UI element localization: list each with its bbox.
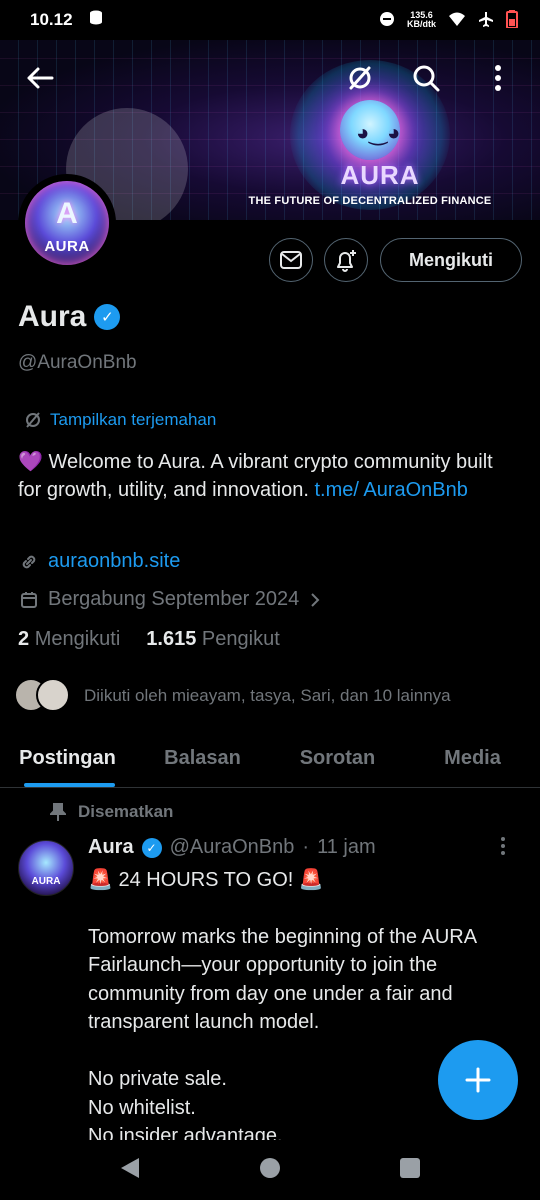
search-icon bbox=[413, 65, 440, 92]
profile-bio: 💜 Welcome to Aura. A vibrant crypto comm… bbox=[18, 448, 518, 504]
wifi-icon bbox=[448, 11, 466, 30]
post-avatar-label: AURA bbox=[31, 876, 61, 887]
following-stat[interactable]: 2 Mengikuti bbox=[18, 628, 120, 651]
system-nav-bar bbox=[0, 1140, 540, 1200]
bell-plus-icon bbox=[337, 250, 356, 272]
profile-name: Aura bbox=[18, 300, 87, 333]
grok-button[interactable] bbox=[340, 58, 380, 98]
nav-back-button[interactable] bbox=[119, 1156, 141, 1185]
banner-subtitle: THE FUTURE OF DECENTRALIZED FINANCE bbox=[248, 195, 492, 207]
banner-title: AURA bbox=[340, 160, 420, 190]
nav-home-button[interactable] bbox=[259, 1157, 281, 1184]
status-bar: 10.12 135.6 KB/dtk bbox=[0, 0, 540, 40]
battery-icon bbox=[506, 9, 518, 31]
calendar-icon bbox=[21, 591, 37, 608]
purple-heart-icon: 💜 bbox=[18, 451, 43, 473]
verified-badge-icon[interactable]: ✓ bbox=[94, 304, 121, 330]
bio-telegram-link[interactable]: t.me/ AuraOnBnb bbox=[314, 479, 467, 501]
post-text: Tomorrow marks the beginning of the AURA… bbox=[88, 925, 476, 1148]
website-row[interactable]: auraonbnb.site bbox=[20, 550, 180, 573]
search-button[interactable] bbox=[406, 58, 446, 98]
post-author-handle[interactable]: @AuraOnBnb bbox=[170, 836, 295, 859]
back-arrow-icon bbox=[27, 67, 54, 89]
profile-avatar[interactable]: A AURA bbox=[18, 174, 116, 272]
tab-media[interactable]: Media bbox=[405, 730, 540, 787]
storage-icon bbox=[87, 9, 105, 32]
tab-postingan[interactable]: Postingan bbox=[0, 730, 135, 787]
more-vertical-icon bbox=[495, 65, 501, 91]
verified-badge-icon: ✓ bbox=[141, 837, 162, 858]
square-recents-icon bbox=[400, 1157, 420, 1178]
follow-stats: 2 Mengikuti 1.615 Pengikut bbox=[18, 628, 280, 651]
pinned-label-row: Disematkan bbox=[50, 802, 173, 822]
chevron-right-icon bbox=[311, 592, 320, 607]
profile-tabs: Postingan Balasan Sorotan Media bbox=[0, 730, 540, 788]
post-time[interactable]: 11 jam bbox=[317, 836, 376, 859]
avatar-logo-icon: A bbox=[56, 197, 78, 230]
more-vertical-icon bbox=[501, 837, 505, 855]
message-button[interactable] bbox=[269, 238, 313, 282]
compose-button[interactable] bbox=[438, 1040, 518, 1120]
joined-row[interactable]: Bergabung September 2024 bbox=[20, 588, 321, 611]
profile-name-row: Aura ✓ bbox=[18, 300, 121, 334]
triangle-back-icon bbox=[121, 1157, 139, 1178]
pinned-label: Disematkan bbox=[78, 802, 174, 821]
notification-button[interactable] bbox=[324, 238, 368, 282]
avatar-label: AURA bbox=[44, 238, 90, 255]
envelope-icon bbox=[280, 251, 302, 269]
post-author-name[interactable]: Aura bbox=[88, 836, 134, 859]
status-time: 10.12 bbox=[30, 10, 73, 29]
circle-home-icon bbox=[260, 1157, 280, 1178]
following-button[interactable]: Mengikuti bbox=[380, 238, 522, 282]
joined-text: Bergabung September 2024 bbox=[48, 588, 300, 610]
post-header: Aura ✓ @AuraOnBnb · 11 jam bbox=[88, 836, 376, 859]
dnd-icon bbox=[379, 11, 395, 30]
tab-balasan[interactable]: Balasan bbox=[135, 730, 270, 787]
grok-icon bbox=[349, 66, 371, 90]
tab-sorotan[interactable]: Sorotan bbox=[270, 730, 405, 787]
net-speed: 135.6 KB/dtk bbox=[407, 10, 436, 29]
website-link[interactable]: auraonbnb.site bbox=[48, 550, 180, 573]
airplane-icon bbox=[478, 11, 494, 30]
mutual-avatar bbox=[36, 678, 70, 712]
pin-icon bbox=[50, 803, 66, 821]
followed-by-text: Diikuti oleh mieayam, tasya, Sari, dan 1… bbox=[84, 686, 451, 705]
followed-by-row[interactable]: Diikuti oleh mieayam, tasya, Sari, dan 1… bbox=[14, 678, 451, 714]
translate-icon bbox=[26, 412, 40, 428]
more-options-button[interactable] bbox=[478, 58, 518, 98]
post-avatar[interactable]: AURA bbox=[18, 840, 74, 896]
nav-recents-button[interactable] bbox=[399, 1157, 421, 1184]
followers-stat[interactable]: 1.615 Pengikut bbox=[146, 628, 279, 651]
translate-link[interactable]: Tampilkan terjemahan bbox=[24, 410, 216, 430]
post-headline: 🚨 24 HOURS TO GO! 🚨 bbox=[88, 869, 324, 891]
post-more-button[interactable] bbox=[500, 836, 506, 862]
translate-label: Tampilkan terjemahan bbox=[50, 410, 217, 429]
profile-handle: @AuraOnBnb bbox=[18, 352, 137, 373]
plus-icon bbox=[465, 1067, 491, 1093]
mutual-avatars bbox=[14, 678, 74, 714]
back-button[interactable] bbox=[20, 58, 60, 98]
post-separator: · bbox=[302, 836, 310, 858]
link-icon bbox=[22, 555, 36, 568]
